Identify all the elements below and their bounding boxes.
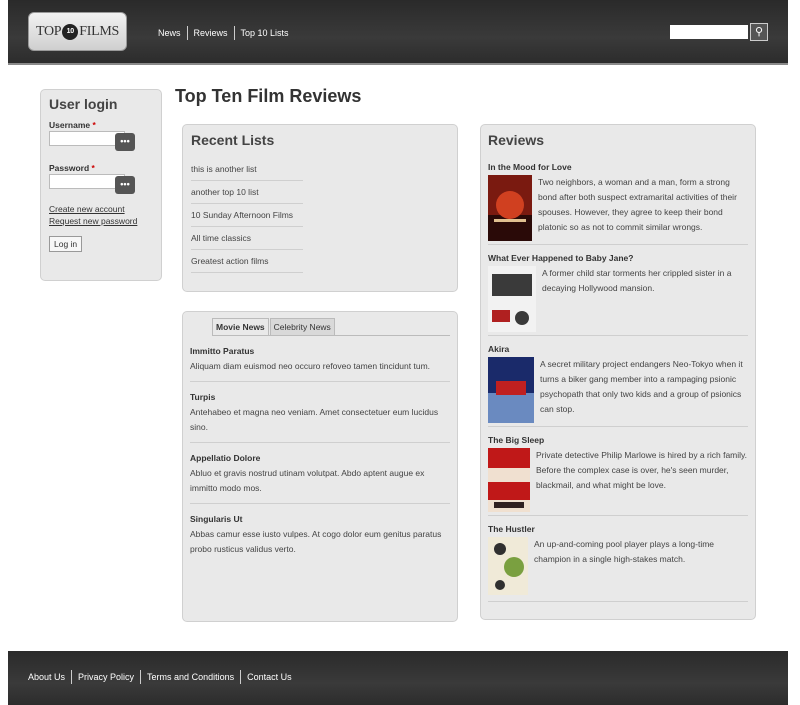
password-manager-icon[interactable]: ••• [115,176,135,194]
poster-image[interactable] [488,266,536,332]
review-title[interactable]: The Big Sleep [488,435,748,445]
search-button[interactable]: ⚲ [750,23,768,41]
password-field[interactable] [49,174,125,189]
news-tabs: Movie News Celebrity News [212,318,450,336]
poster-image[interactable] [488,537,528,595]
review-item: The Hustler An up-and-coming pool player… [488,516,748,602]
tab-movie-news[interactable]: Movie News [212,318,269,335]
logo-text-right: FILMS [79,23,120,39]
create-account-link[interactable]: Create new account [49,204,153,214]
recent-lists: this is another list another top 10 list… [191,158,303,273]
nav-reviews[interactable]: Reviews [186,26,234,40]
review-body: A former child star torments her cripple… [542,268,732,293]
request-password-link[interactable]: Request new password [49,216,153,226]
news-item: Appellatio Dolore Abluo et gravis nostru… [190,443,450,504]
review-title[interactable]: The Hustler [488,524,748,534]
review-item: Akira A secret military project endanger… [488,336,748,427]
list-item[interactable]: this is another list [191,158,303,181]
news-item: Immitto Paratus Aliquam diam euismod neo… [190,336,450,382]
page-title: Top Ten Film Reviews [175,86,362,106]
list-item[interactable]: Greatest action films [191,250,303,273]
footer-link-about[interactable]: About Us [22,670,71,684]
main-nav: News Reviews Top 10 Lists [152,26,295,40]
nav-news[interactable]: News [152,26,187,40]
logo-reel-icon: 10 [62,23,79,40]
poster-image[interactable] [488,175,532,241]
login-button[interactable]: Log in [49,236,83,252]
site-footer: About Us Privacy Policy Terms and Condit… [8,651,788,705]
news-item-title[interactable]: Turpis [190,392,450,402]
footer-link-contact[interactable]: Contact Us [240,670,298,684]
news-block: Movie News Celebrity News Immitto Paratu… [182,311,458,622]
news-item-title[interactable]: Appellatio Dolore [190,453,450,463]
review-item: What Ever Happened to Baby Jane? A forme… [488,245,748,336]
footer-link-terms[interactable]: Terms and Conditions [140,670,240,684]
password-label: Password * [49,163,95,173]
review-title[interactable]: What Ever Happened to Baby Jane? [488,253,748,263]
site-header: TOP 10 FILMS News Reviews Top 10 Lists ⚲ [8,0,788,65]
review-item: The Big Sleep Private detective Philip M… [488,427,748,516]
login-title: User login [49,96,118,112]
nav-top-10-lists[interactable]: Top 10 Lists [233,26,295,40]
news-item-title[interactable]: Immitto Paratus [190,346,450,356]
username-field-wrap: ••• [49,131,135,153]
recent-lists-title: Recent Lists [191,132,275,148]
review-body: Two neighbors, a woman and a man, form a… [538,177,737,232]
review-title[interactable]: Akira [488,344,748,354]
reviews-block: Reviews In the Mood for Love Two neighbo… [480,124,756,620]
recent-lists-block: Recent Lists this is another list anothe… [182,124,458,292]
news-item-body: Antehabeo et magna neo veniam. Amet cons… [190,407,439,432]
news-item-body: Aliquam diam euismod neo occuro refoveo … [190,361,431,371]
password-manager-icon[interactable]: ••• [115,133,135,151]
username-label: Username * [49,120,96,130]
poster-image[interactable] [488,448,530,512]
reviews-title: Reviews [488,132,545,148]
username-field[interactable] [49,131,125,146]
review-body: A secret military project endangers Neo-… [540,359,743,414]
search-icon: ⚲ [754,26,764,38]
tab-celebrity-news[interactable]: Celebrity News [269,318,335,335]
news-item-title[interactable]: Singularis Ut [190,514,450,524]
password-field-wrap: ••• [49,174,135,196]
news-item-body: Abluo et gravis nostrud utinam volutpat.… [190,468,425,493]
search-input[interactable] [670,25,748,39]
footer-nav: About Us Privacy Policy Terms and Condit… [22,670,298,684]
list-item[interactable]: another top 10 list [191,181,303,204]
logo-text-left: TOP [35,23,62,39]
search-form: ⚲ [670,23,768,41]
review-body: An up-and-coming pool player plays a lon… [534,539,715,564]
review-body: Private detective Philip Marlowe is hire… [536,450,748,490]
poster-image[interactable] [488,357,534,423]
news-item: Singularis Ut Abbas camur esse iusto vul… [190,504,450,564]
news-item-body: Abbas camur esse iusto vulpes. At cogo d… [190,529,442,554]
review-item: In the Mood for Love Two neighbors, a wo… [488,154,748,245]
footer-link-privacy[interactable]: Privacy Policy [71,670,140,684]
list-item[interactable]: 10 Sunday Afternoon Films [191,204,303,227]
news-item: Turpis Antehabeo et magna neo veniam. Am… [190,382,450,443]
user-login-block: User login Username * ••• Password * •••… [40,89,162,281]
site-logo[interactable]: TOP 10 FILMS [28,12,127,51]
review-title[interactable]: In the Mood for Love [488,162,748,172]
list-item[interactable]: All time classics [191,227,303,250]
